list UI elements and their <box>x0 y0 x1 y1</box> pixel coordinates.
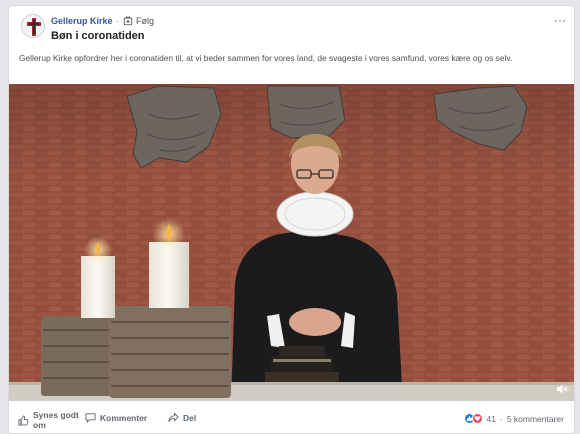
more-options-icon[interactable]: ··· <box>554 14 566 26</box>
share-label: Del <box>183 412 197 423</box>
post-card: Gellerup Kirke · Følg Bøn i coronatiden … <box>8 5 575 434</box>
comments-count-link[interactable]: 5 kommentarer <box>507 414 564 424</box>
reaction-icons <box>463 413 483 424</box>
speaker-muted-icon[interactable] <box>556 383 568 395</box>
share-icon <box>168 412 179 422</box>
share-button[interactable]: Del <box>168 412 196 423</box>
like-button[interactable]: Synes godt om <box>18 410 79 430</box>
post-title: Bøn i coronatiden <box>51 30 145 42</box>
page-name-link[interactable]: Gellerup Kirke <box>51 16 113 26</box>
reactions-summary[interactable]: 41 · 5 kommentarer <box>463 413 564 424</box>
post-actions: Synes godt om Kommenter Del 41 · 5 komme… <box>9 403 574 433</box>
video-frame <box>9 84 574 401</box>
follow-button[interactable]: Følg <box>123 15 154 27</box>
comment-icon <box>85 413 96 423</box>
comment-button[interactable]: Kommenter <box>85 412 147 423</box>
reactions-count: 41 <box>486 413 496 424</box>
post-header: Gellerup Kirke · Følg Bøn i coronatiden … <box>9 6 574 46</box>
post-description: Gellerup Kirke opfordrer her i coronatid… <box>19 53 513 63</box>
love-reaction-icon <box>471 413 483 424</box>
like-label: Synes godt om <box>33 410 79 430</box>
comment-label: Kommenter <box>100 412 148 423</box>
video-player[interactable] <box>9 84 574 401</box>
thumbs-up-icon <box>18 414 29 426</box>
stats-separator: · <box>499 413 503 424</box>
follow-icon <box>123 16 133 26</box>
church-logo-icon[interactable] <box>21 14 45 38</box>
follow-label: Følg <box>136 16 154 26</box>
header-separator: · <box>116 16 119 26</box>
